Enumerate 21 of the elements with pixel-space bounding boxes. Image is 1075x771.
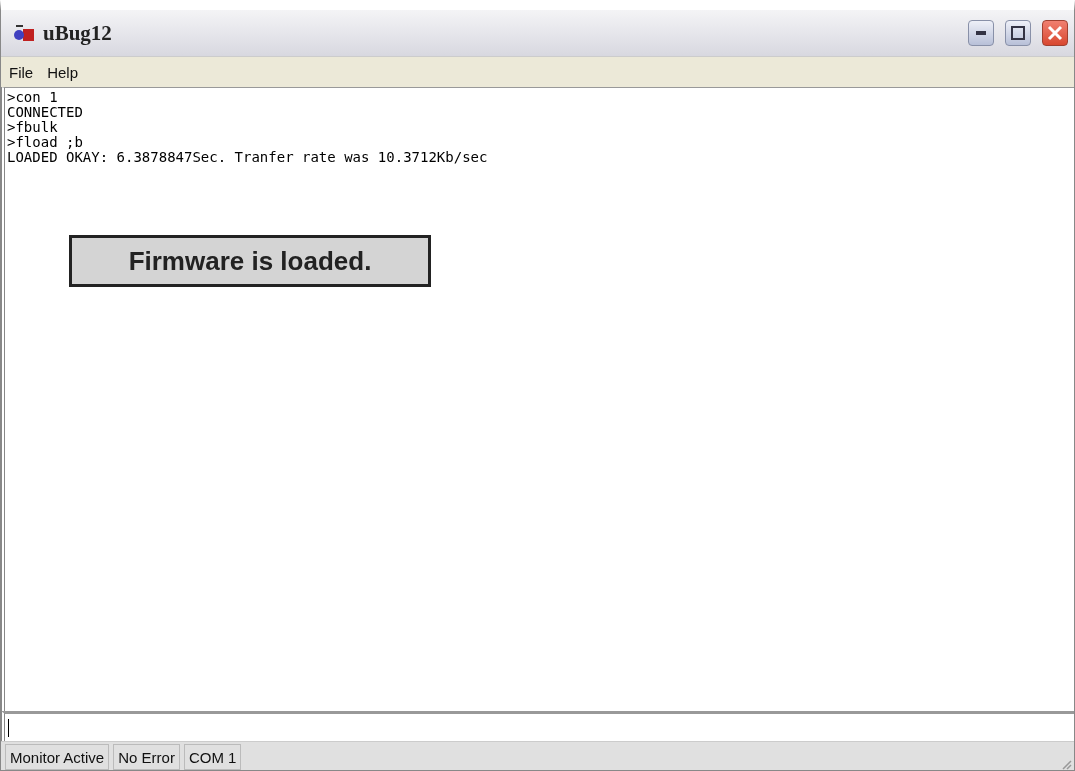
resize-grip-icon[interactable] [1060,758,1072,770]
minimize-button[interactable] [968,20,994,46]
command-input[interactable] [1,711,1074,741]
menu-item[interactable]: File [9,63,34,81]
status-panel: No Error [113,744,180,770]
status-panel: COM 1 [183,744,242,770]
menu-item[interactable]: Help [47,63,79,81]
callout-text: Firmware is loaded. [128,245,372,277]
status-panel: Monitor Active [5,744,110,770]
console-line: >fbulk [7,120,58,135]
window-title: uBug12 [43,20,113,46]
maximize-icon [1011,26,1025,40]
console-line: >con 1 [7,90,58,105]
close-button[interactable] [1042,20,1068,46]
console-line: >fload ;b [7,135,83,150]
console-line: CONNECTED [7,105,83,120]
bug-icon [13,23,35,43]
console-line: LOADED OKAY: 6.3878847Sec. Tranfer rate was 10.3712Kb/sec [7,150,488,165]
close-icon [1047,25,1063,41]
maximize-button[interactable] [1005,20,1031,46]
minimize-icon [976,31,986,35]
